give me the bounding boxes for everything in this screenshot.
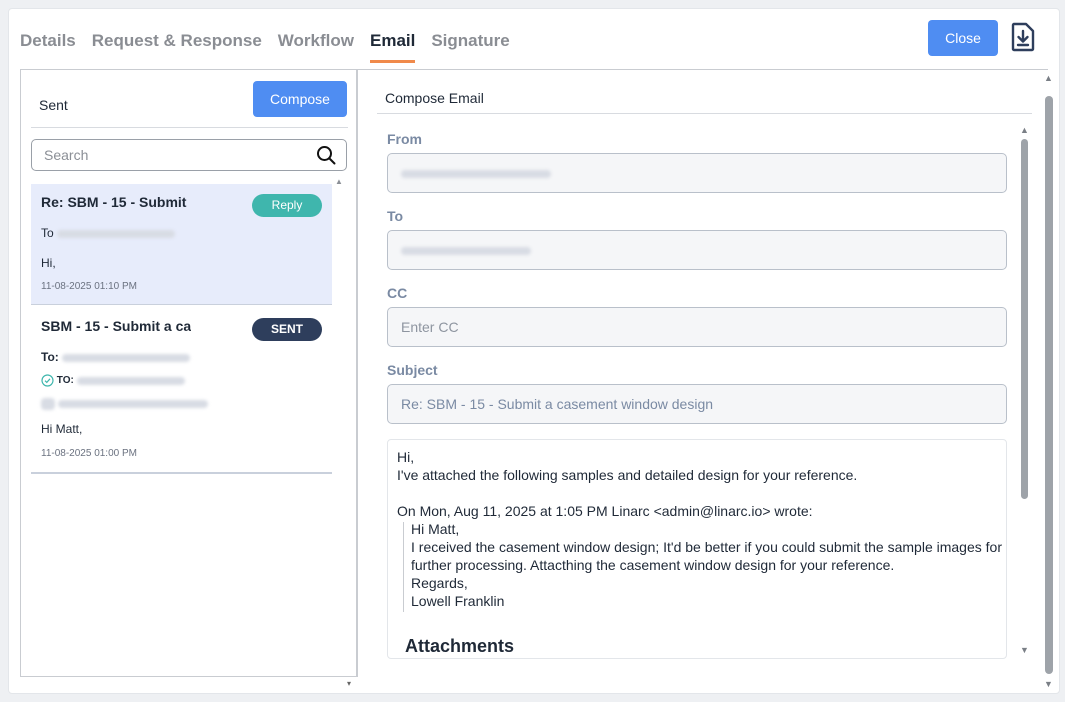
tab-signature[interactable]: Signature xyxy=(431,29,509,63)
email-list-panel: Sent Compose ▲ Re: SBM - 15 - Submit Rep… xyxy=(20,70,358,688)
cc-label: CC xyxy=(387,285,408,301)
search-box xyxy=(31,139,347,171)
body-line: Hi, xyxy=(397,449,415,465)
compose-button[interactable]: Compose xyxy=(253,81,347,117)
list-item[interactable]: Re: SBM - 15 - Submit Reply To Hi, 11-08… xyxy=(31,184,332,305)
blurred-email xyxy=(61,353,190,362)
blurred-email xyxy=(401,247,531,255)
quoted-line: Regards, xyxy=(411,575,468,591)
quote-header: On Mon, Aug 11, 2025 at 1:05 PM Linarc <… xyxy=(397,503,813,519)
page-scrollbar[interactable]: ▲ ▼ xyxy=(1042,73,1056,693)
to-field[interactable] xyxy=(387,230,1007,270)
to-label: To xyxy=(387,208,404,224)
cc-input[interactable] xyxy=(388,308,1006,346)
blurred-email xyxy=(401,170,551,178)
compose-scrollbar[interactable]: ▲ ▼ xyxy=(1018,125,1032,660)
scroll-down-arrow-icon[interactable]: ▼ xyxy=(1020,645,1029,655)
body-line: I've attached the following samples and … xyxy=(397,467,858,483)
reply-badge[interactable]: Reply xyxy=(252,194,322,217)
download-file-icon[interactable] xyxy=(1009,22,1037,52)
divider xyxy=(377,113,1032,114)
close-button[interactable]: Close xyxy=(928,20,998,56)
scroll-up-arrow-icon[interactable]: ▲ xyxy=(1020,125,1029,135)
quote-bar xyxy=(403,522,404,612)
tab-email[interactable]: Email xyxy=(369,29,416,63)
to-label: To: xyxy=(41,350,59,364)
divider xyxy=(31,127,348,128)
folder-title: Sent xyxy=(39,97,68,113)
attachments-heading: Attachments xyxy=(405,636,515,656)
to-label: To xyxy=(41,226,54,240)
email-date: 11-08-2025 01:00 PM xyxy=(41,448,137,459)
email-recipient: To: xyxy=(41,350,190,364)
email-date: 11-08-2025 01:10 PM xyxy=(41,281,137,292)
sent-badge: SENT xyxy=(252,318,322,341)
to-label: TO: xyxy=(56,375,74,387)
email-body-editor[interactable]: Hi, I've attached the following samples … xyxy=(387,439,1007,659)
blurred-email xyxy=(56,229,175,238)
tab-request-response[interactable]: Request & Response xyxy=(92,29,262,63)
email-subject: SBM - 15 - Submit a ca xyxy=(41,318,191,334)
scroll-down-arrow-icon[interactable]: ▼ xyxy=(1044,679,1053,689)
scroll-down-arrow-icon[interactable]: ▾ xyxy=(347,679,351,688)
subject-field xyxy=(387,384,1007,424)
search-icon[interactable] xyxy=(316,145,336,165)
cc-field xyxy=(387,307,1007,347)
scrollbar-thumb[interactable] xyxy=(1021,139,1028,499)
check-circle-icon xyxy=(41,374,54,387)
email-preview: Hi Matt, xyxy=(41,422,83,436)
blurred-email xyxy=(58,399,208,408)
quoted-line: further processing. Attacthing the casem… xyxy=(411,557,895,573)
email-subject: Re: SBM - 15 - Submit xyxy=(41,194,187,210)
list-item[interactable]: SBM - 15 - Submit a ca SENT To: TO: Hi M… xyxy=(31,308,332,474)
scroll-up-arrow-icon[interactable]: ▲ xyxy=(335,177,343,186)
email-preview: Hi, xyxy=(41,256,56,270)
tab-details[interactable]: Details xyxy=(20,29,76,63)
from-label: From xyxy=(387,131,422,147)
email-cc xyxy=(41,396,208,410)
email-panel: Details Request & Response Workflow Emai… xyxy=(8,8,1060,694)
tab-bar: Details Request & Response Workflow Emai… xyxy=(20,29,526,63)
tab-workflow[interactable]: Workflow xyxy=(278,29,354,63)
compose-panel: Compose Email From To CC Subject Hi, I'v… xyxy=(367,70,1037,685)
scrollbar-thumb[interactable] xyxy=(1045,96,1053,674)
search-input[interactable] xyxy=(32,140,302,170)
from-field[interactable] xyxy=(387,153,1007,193)
blurred-email xyxy=(76,376,185,385)
subject-label: Subject xyxy=(387,362,438,378)
quoted-line: I received the casement window design; I… xyxy=(411,539,1002,555)
quoted-line: Hi Matt, xyxy=(411,521,460,537)
email-recipient: To xyxy=(41,226,175,240)
email-recipient-status: TO: xyxy=(41,374,185,387)
compose-title: Compose Email xyxy=(385,90,484,106)
quoted-line: Lowell Franklin xyxy=(411,593,505,609)
subject-input[interactable] xyxy=(388,385,1006,423)
blurred-avatar xyxy=(41,397,55,410)
scroll-up-arrow-icon[interactable]: ▲ xyxy=(1044,73,1053,83)
